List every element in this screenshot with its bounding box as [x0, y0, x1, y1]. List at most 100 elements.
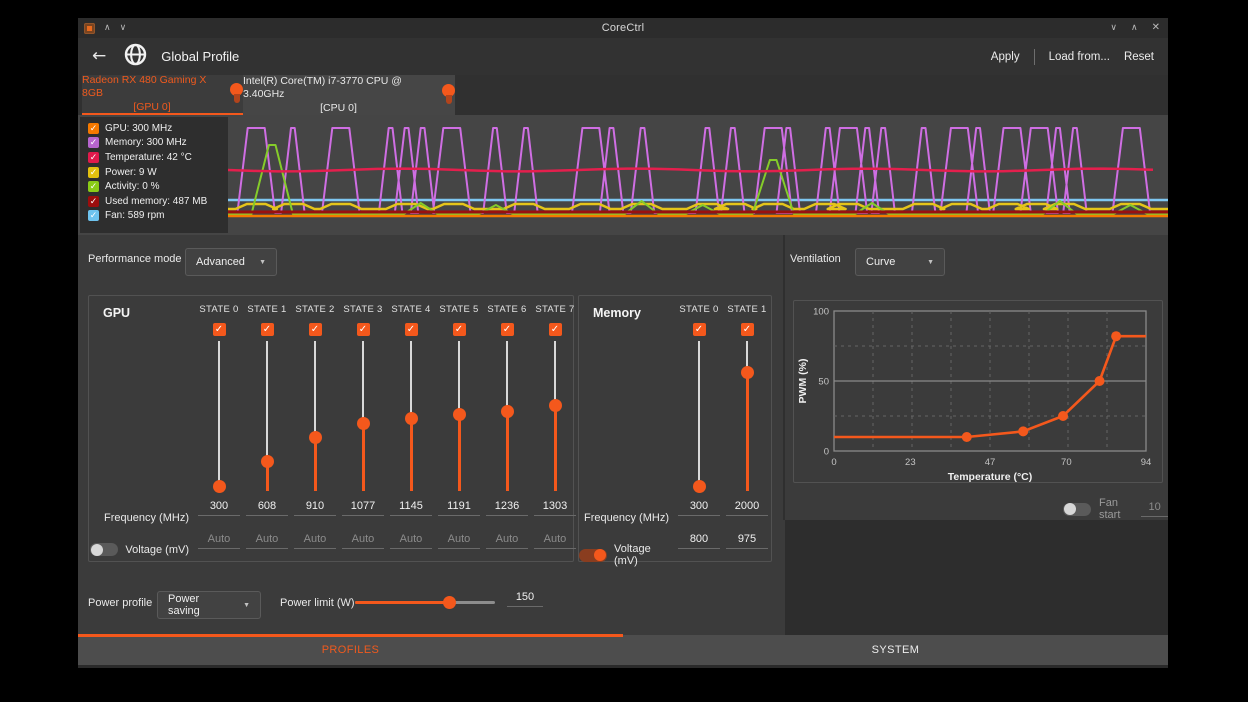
shade-up-icon[interactable]: ∧ — [104, 18, 111, 38]
frequency-slider[interactable] — [548, 341, 562, 491]
fan-start-row: Fan start 10 — [1063, 497, 1168, 521]
power-profile-dropdown[interactable]: Power saving ▼ — [157, 591, 261, 619]
legend-checkbox-icon[interactable]: ✓ — [88, 167, 99, 178]
voltage-value[interactable]: Auto — [438, 533, 480, 549]
device-tab-cpu[interactable]: Intel(R) Core(TM) i7-3770 CPU @ 3.40GHz[… — [243, 75, 455, 115]
state-checkbox[interactable]: ✓ — [357, 323, 370, 336]
right-panel-background — [785, 520, 1168, 635]
voltage-value[interactable]: Auto — [390, 533, 432, 549]
close-icon[interactable]: ✕ — [1152, 18, 1160, 38]
frequency-slider[interactable] — [692, 341, 706, 491]
frequency-value[interactable]: 1303 — [534, 500, 576, 516]
minimize-icon[interactable]: ∨ — [1110, 18, 1117, 38]
state-column: STATE 1✓2000975 — [723, 304, 771, 557]
slider-handle[interactable] — [453, 408, 466, 421]
legend-item[interactable]: ✓ Activity: 0 % — [88, 179, 228, 194]
state-checkbox[interactable]: ✓ — [261, 323, 274, 336]
frequency-value[interactable]: 1077 — [342, 500, 384, 516]
frequency-value[interactable]: 1236 — [486, 500, 528, 516]
voltage-value[interactable]: Auto — [342, 533, 384, 549]
voltage-value[interactable]: Auto — [534, 533, 576, 549]
state-checkbox[interactable]: ✓ — [213, 323, 226, 336]
slider-handle[interactable] — [261, 455, 274, 468]
state-checkbox[interactable]: ✓ — [741, 323, 754, 336]
apply-button[interactable]: Apply — [991, 51, 1020, 63]
slider-handle[interactable] — [741, 366, 754, 379]
slider-handle[interactable] — [213, 480, 226, 493]
power-limit-value[interactable]: 150 — [507, 591, 543, 607]
gpu-section-title: GPU — [103, 306, 130, 320]
slider-handle[interactable] — [357, 417, 370, 430]
fan-start-value[interactable]: 10 — [1141, 501, 1168, 517]
legend-checkbox-icon[interactable]: ✓ — [88, 123, 99, 134]
fan-curve-point[interactable] — [1095, 376, 1105, 386]
frequency-value[interactable]: 1145 — [390, 500, 432, 516]
legend-item[interactable]: ✓Fan: 589 rpm — [88, 209, 228, 224]
slider-handle[interactable] — [405, 412, 418, 425]
device-tab-gpu[interactable]: Radeon RX 480 Gaming X 8GB[GPU 0] — [82, 75, 243, 115]
legend-item[interactable]: ✓GPU: 300 MHz — [88, 121, 228, 136]
fan-curve-point[interactable] — [1058, 411, 1068, 421]
slider-handle[interactable] — [501, 405, 514, 418]
load-from-button[interactable]: Load from... — [1049, 51, 1110, 63]
frequency-value[interactable]: 1191 — [438, 500, 480, 516]
voltage-value[interactable]: 975 — [726, 533, 768, 549]
frequency-slider[interactable] — [452, 341, 466, 491]
titlebar: ∧ ∨ CoreCtrl ∨ ∧ ✕ — [78, 18, 1168, 38]
fan-curve-point[interactable] — [962, 432, 972, 442]
voltage-value[interactable]: Auto — [294, 533, 336, 549]
state-checkbox[interactable]: ✓ — [501, 323, 514, 336]
legend-item-label: Temperature: 42 °C — [105, 152, 192, 163]
ventilation-dropdown[interactable]: Curve ▼ — [855, 248, 945, 276]
legend-item[interactable]: ✓ Temperature: 42 °C — [88, 150, 228, 165]
performance-mode-dropdown[interactable]: Advanced ▼ — [185, 248, 277, 276]
legend-checkbox-icon[interactable]: ✓ — [88, 181, 99, 192]
frequency-slider[interactable] — [308, 341, 322, 491]
frequency-value[interactable]: 300 — [678, 500, 720, 516]
reset-button[interactable]: Reset — [1124, 51, 1154, 63]
voltage-value[interactable]: 800 — [678, 533, 720, 549]
frequency-slider[interactable] — [212, 341, 226, 491]
back-button[interactable]: ← — [92, 48, 106, 65]
legend-item[interactable]: ✓Memory: 300 MHz — [88, 136, 228, 151]
maximize-icon[interactable]: ∧ — [1131, 18, 1138, 38]
unshade-down-icon[interactable]: ∨ — [120, 18, 127, 38]
slider-handle[interactable] — [443, 596, 456, 609]
frequency-slider[interactable] — [500, 341, 514, 491]
frequency-value[interactable]: 300 — [198, 500, 240, 516]
state-checkbox[interactable]: ✓ — [405, 323, 418, 336]
legend-checkbox-icon[interactable]: ✓ — [88, 137, 99, 148]
legend-item[interactable]: ✓Used memory: 487 MB — [88, 194, 228, 209]
frequency-slider[interactable] — [404, 341, 418, 491]
footer-tab-system[interactable]: SYSTEM — [623, 635, 1168, 665]
state-checkbox[interactable]: ✓ — [693, 323, 706, 336]
voltage-value[interactable]: Auto — [246, 533, 288, 549]
voltage-row-label: Voltage (mV) — [125, 544, 189, 556]
fan-curve-point[interactable] — [1111, 331, 1121, 341]
legend-checkbox-icon[interactable]: ✓ — [88, 210, 99, 221]
power-limit-slider[interactable] — [355, 595, 495, 609]
voltage-toggle[interactable] — [90, 543, 118, 556]
legend-item[interactable]: ✓Power: 9 W — [88, 165, 228, 180]
fan-curve-point[interactable] — [1018, 426, 1028, 436]
voltage-toggle[interactable] — [579, 549, 607, 562]
state-checkbox[interactable]: ✓ — [453, 323, 466, 336]
slider-handle[interactable] — [309, 431, 322, 444]
frequency-slider[interactable] — [260, 341, 274, 491]
state-checkbox[interactable]: ✓ — [549, 323, 562, 336]
legend-item-label: Activity: 0 % — [105, 181, 159, 192]
voltage-value[interactable]: Auto — [198, 533, 240, 549]
footer-tab-profiles[interactable]: PROFILES — [78, 635, 623, 665]
voltage-value[interactable]: Auto — [486, 533, 528, 549]
frequency-value[interactable]: 608 — [246, 500, 288, 516]
legend-checkbox-icon[interactable]: ✓ — [88, 152, 99, 163]
state-checkbox[interactable]: ✓ — [309, 323, 322, 336]
frequency-slider[interactable] — [740, 341, 754, 491]
frequency-value[interactable]: 910 — [294, 500, 336, 516]
frequency-slider[interactable] — [356, 341, 370, 491]
slider-handle[interactable] — [693, 480, 706, 493]
fan-start-toggle[interactable] — [1063, 503, 1091, 516]
legend-checkbox-icon[interactable]: ✓ — [88, 196, 99, 207]
frequency-value[interactable]: 2000 — [726, 500, 768, 516]
slider-handle[interactable] — [549, 399, 562, 412]
